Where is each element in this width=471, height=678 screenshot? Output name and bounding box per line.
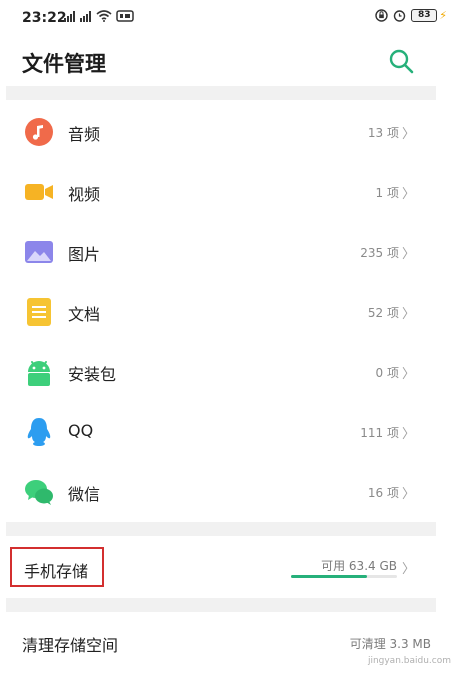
category-item-video[interactable]: 视频 1 项 〉 [0,162,471,222]
chevron-right-icon: 〉 [401,307,415,322]
category-count: 0 项 [375,366,399,380]
chevron-right-icon: 〉 [401,187,415,202]
music-icon [25,118,53,146]
signal-icon [80,10,91,22]
section-divider [6,86,436,100]
category-item-wechat[interactable]: 微信 16 项 〉 [0,462,471,522]
lock-rotation-icon [375,9,388,22]
category-item-qq[interactable]: QQ 111 项 〉 [0,402,471,462]
category-count: 13 项 [367,126,399,140]
qq-icon [27,418,51,446]
app-header: 文件管理 [0,36,471,86]
status-time: 23:22 [22,10,67,26]
category-label: QQ [68,421,94,440]
category-label: 微信 [68,485,101,504]
search-icon [389,49,414,74]
status-left-icons [64,10,134,22]
battery-icon: 83 [411,9,438,22]
charging-icon: ⚡ [439,9,447,22]
category-label: 安装包 [68,365,117,384]
storage-usage-bar [291,575,397,578]
status-bar: 23:22 83 ⚡ [0,0,471,36]
category-item-images[interactable]: 图片 235 项 〉 [0,222,471,282]
document-icon [27,298,51,326]
category-label: 图片 [68,245,101,264]
storage-label: 手机存储 [24,562,89,581]
category-label: 文档 [68,305,101,324]
video-icon [25,184,53,200]
category-list: 音频 13 项 〉 视频 1 项 〉 图片 235 项 〉 文档 52 项 〉 [0,102,471,522]
section-divider [6,598,436,612]
clean-storage-value: 可清理 3.3 MB [349,637,431,651]
category-item-audio[interactable]: 音频 13 项 〉 [0,102,471,162]
search-button[interactable] [386,46,418,78]
chevron-right-icon: 〉 [401,427,415,442]
category-count: 1 项 [375,186,399,200]
alarm-icon [394,10,406,22]
storage-usage-fill [291,575,368,578]
category-item-packages[interactable]: 安装包 0 项 〉 [0,342,471,402]
nfc-icon [116,10,134,22]
android-icon [28,361,50,386]
section-divider [6,522,436,536]
wifi-icon [96,10,112,22]
watermark-text: jingyan.baidu.com [367,656,451,666]
chevron-right-icon: 〉 [401,367,415,382]
clean-storage-label: 清理存储空间 [22,636,119,655]
category-count: 111 项 [360,426,399,440]
highlight-box: 手机存储 [10,547,104,587]
status-right-icons: 83 ⚡ [375,9,447,22]
chevron-right-icon: 〉 [401,247,415,262]
category-count: 235 项 [360,246,399,260]
signal-icon [64,10,75,22]
category-label: 视频 [68,185,101,204]
page-title: 文件管理 [22,52,106,76]
category-count: 52 项 [367,306,399,320]
category-label: 音频 [68,125,101,144]
phone-storage-item[interactable]: 手机存储 可用 63.4 GB 〉 [0,538,471,596]
category-item-documents[interactable]: 文档 52 项 〉 [0,282,471,342]
chevron-right-icon: 〉 [401,127,415,142]
image-icon [25,241,53,263]
chevron-right-icon: 〉 [401,562,415,577]
clean-storage-item[interactable]: 清理存储空间 可清理 3.3 MB jingyan.baidu.com [0,612,471,670]
storage-free-text: 可用 63.4 GB [321,559,397,573]
category-count: 16 项 [367,486,399,500]
chevron-right-icon: 〉 [401,487,415,502]
wechat-icon [25,480,53,505]
